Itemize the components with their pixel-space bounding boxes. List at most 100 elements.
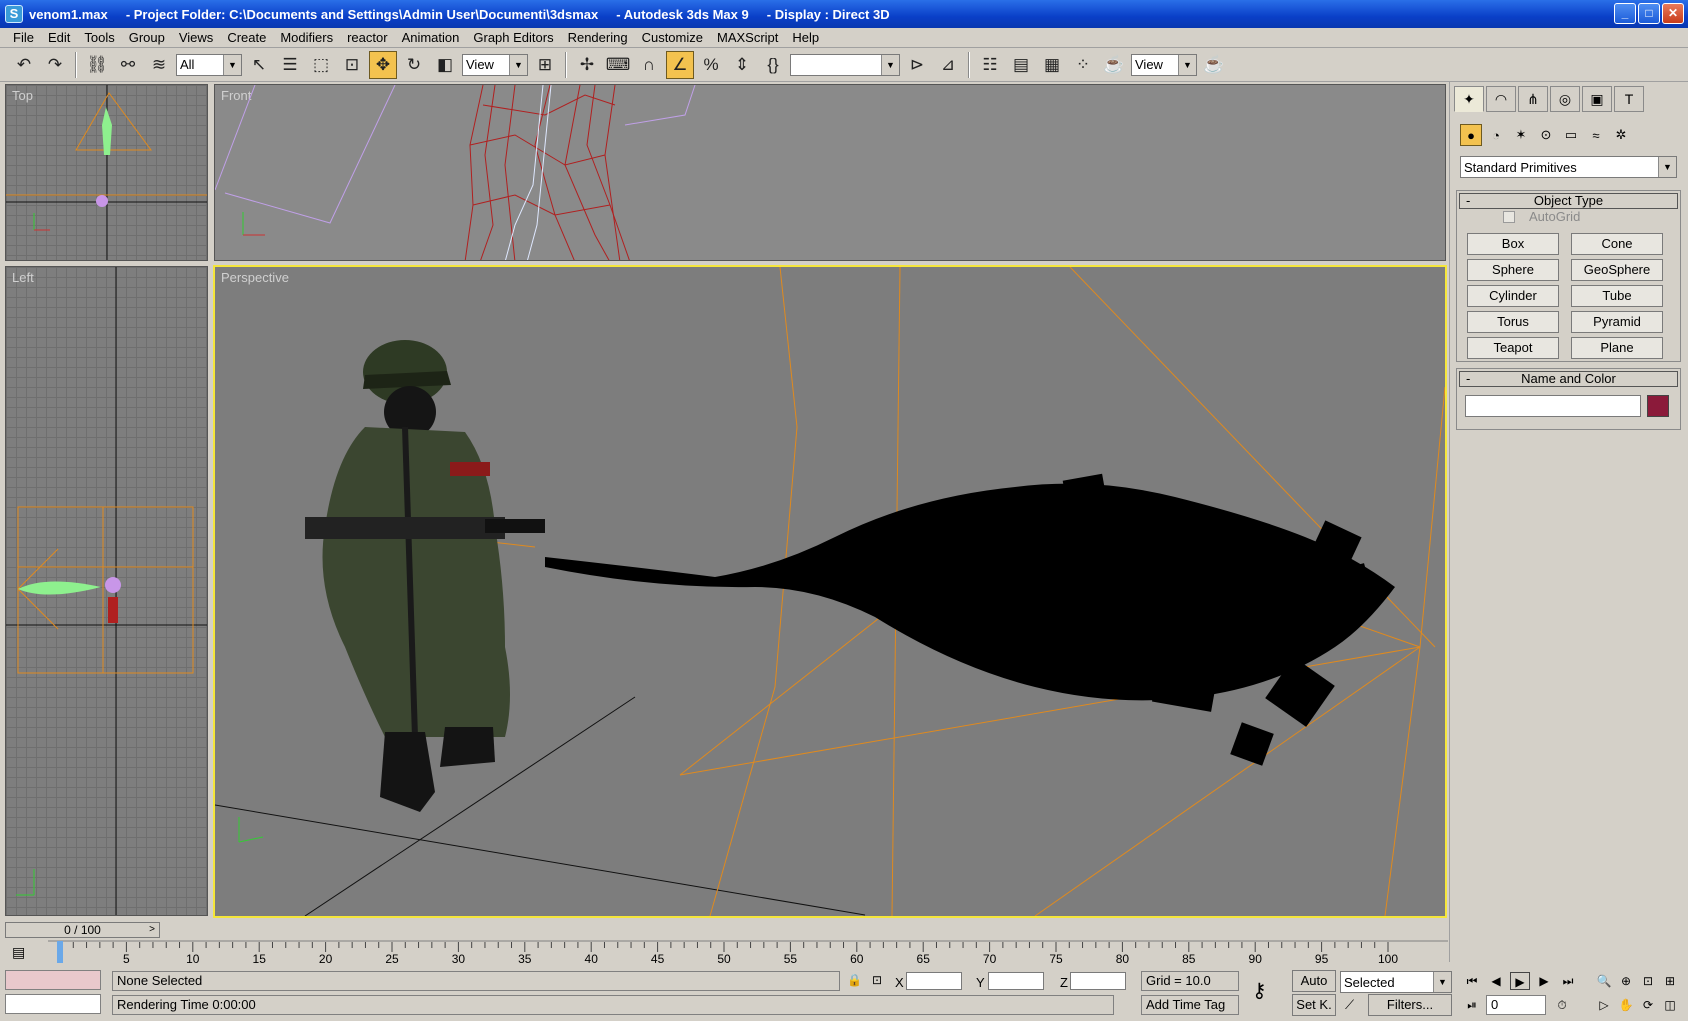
teapot-button[interactable]: Teapot	[1467, 337, 1559, 359]
field-of-view-icon[interactable]: ▷	[1594, 996, 1614, 1014]
zoom-all-icon[interactable]: ⊕	[1616, 972, 1636, 990]
systems-icon[interactable]: ✲	[1610, 124, 1632, 146]
menu-customize[interactable]: Customize	[635, 28, 710, 48]
tube-button[interactable]: Tube	[1571, 285, 1663, 307]
zoom-extents-all-icon[interactable]: ⊞	[1660, 972, 1680, 990]
bind-space-warp-icon[interactable]: ≋	[145, 51, 173, 79]
menu-group[interactable]: Group	[122, 28, 172, 48]
object-name-field[interactable]	[1465, 395, 1641, 417]
y-coordinate-field[interactable]	[988, 972, 1044, 990]
viewport-left[interactable]: Left	[5, 266, 208, 916]
zoom-icon[interactable]: 🔍	[1594, 972, 1614, 990]
viewport-perspective[interactable]: Perspective	[213, 265, 1447, 918]
hierarchy-tab-icon[interactable]: ⋔	[1518, 86, 1548, 112]
menu-create[interactable]: Create	[220, 28, 273, 48]
select-by-name-icon[interactable]: ☰	[276, 51, 304, 79]
selection-lock-icon[interactable]: 🔒	[847, 973, 862, 987]
menu-animation[interactable]: Animation	[395, 28, 467, 48]
default-tangent-icon[interactable]: ⟋	[1345, 997, 1354, 1013]
track-bar[interactable]: 5 10 15 20 25 30 35 40 45 50 55 60 65 70 75 80 85 90 95 100	[48, 940, 1448, 964]
menu-edit[interactable]: Edit	[41, 28, 77, 48]
select-and-rotate-icon[interactable]: ↻	[400, 51, 428, 79]
align-icon[interactable]: ⊿	[934, 51, 962, 79]
geometry-icon[interactable]: ●	[1460, 124, 1482, 146]
modify-tab-icon[interactable]: ◠	[1486, 86, 1516, 112]
edit-named-selection-icon[interactable]: {}	[759, 51, 787, 79]
pyramid-button[interactable]: Pyramid	[1571, 311, 1663, 333]
absolute-mode-icon[interactable]: ⊡	[872, 973, 882, 987]
shapes-icon[interactable]: ◔	[1485, 124, 1507, 146]
menu-tools[interactable]: Tools	[77, 28, 121, 48]
layer-manager-icon[interactable]: ☷	[976, 51, 1004, 79]
material-editor-icon[interactable]: ⁘	[1069, 51, 1097, 79]
add-time-tag[interactable]: Add Time Tag	[1141, 995, 1239, 1015]
undo-icon[interactable]: ↶	[10, 51, 38, 79]
cone-button[interactable]: Cone	[1571, 233, 1663, 255]
select-and-link-icon[interactable]: ⛓	[83, 51, 111, 79]
sphere-button[interactable]: Sphere	[1467, 259, 1559, 281]
arc-rotate-icon[interactable]: ⟳	[1638, 996, 1658, 1014]
rectangular-selection-icon[interactable]: ⬚	[307, 51, 335, 79]
play-icon[interactable]: ▶	[1510, 972, 1530, 990]
go-to-end-icon[interactable]: ⏭	[1558, 972, 1578, 990]
menu-file[interactable]: File	[6, 28, 41, 48]
maxscript-listener-field[interactable]	[5, 970, 101, 990]
named-selection-dropdown[interactable]: ▼	[790, 53, 900, 76]
select-and-scale-icon[interactable]: ◧	[431, 51, 459, 79]
z-coordinate-field[interactable]	[1070, 972, 1126, 990]
torus-button[interactable]: Torus	[1467, 311, 1559, 333]
unlink-selection-icon[interactable]: ⚯	[114, 51, 142, 79]
maximize-button[interactable]: □	[1638, 3, 1660, 24]
maximize-viewport-icon[interactable]: ◫	[1660, 996, 1680, 1014]
minimize-button[interactable]: _	[1614, 3, 1636, 24]
schematic-view-icon[interactable]: ▦	[1038, 51, 1066, 79]
set-key-icon[interactable]: ⚷	[1252, 978, 1282, 1006]
object-color-swatch[interactable]	[1647, 395, 1669, 417]
viewport-top[interactable]: Top	[5, 84, 208, 261]
helpers-icon[interactable]: ▭	[1560, 124, 1582, 146]
create-tab-icon[interactable]: ✦	[1454, 86, 1484, 112]
menu-reactor[interactable]: reactor	[340, 28, 394, 48]
pan-view-icon[interactable]: ✋	[1616, 996, 1636, 1014]
next-frame-icon[interactable]: ▶	[1534, 972, 1554, 990]
go-to-start-icon[interactable]: ⏮	[1462, 972, 1482, 990]
lights-icon[interactable]: ✶	[1510, 124, 1532, 146]
current-frame-field[interactable]: 0	[1486, 995, 1546, 1015]
menu-help[interactable]: Help	[785, 28, 826, 48]
select-object-icon[interactable]: ↖	[245, 51, 273, 79]
zoom-extents-icon[interactable]: ⊡	[1638, 972, 1658, 990]
menu-modifiers[interactable]: Modifiers	[273, 28, 340, 48]
reference-coordinate-dropdown[interactable]: View ▼	[462, 53, 528, 76]
space-warps-icon[interactable]: ≈	[1585, 124, 1607, 146]
window-crossing-icon[interactable]: ⊡	[338, 51, 366, 79]
render-type-dropdown[interactable]: View ▼	[1131, 53, 1197, 76]
curve-editor-icon[interactable]: ▤	[1007, 51, 1035, 79]
menu-maxscript[interactable]: MAXScript	[710, 28, 785, 48]
time-slider[interactable]: 0 / 100 >	[5, 922, 160, 938]
key-filter-dropdown[interactable]: Selected ▼	[1340, 971, 1452, 993]
maxscript-mini-listener[interactable]	[5, 994, 101, 1014]
keyboard-shortcut-override-icon[interactable]: ⌨	[604, 51, 632, 79]
angle-snap-icon[interactable]: ∠	[666, 50, 694, 79]
select-and-move-icon[interactable]: ✥	[369, 50, 397, 79]
current-time-marker[interactable]	[57, 941, 63, 963]
cylinder-button[interactable]: Cylinder	[1467, 285, 1559, 307]
plane-button[interactable]: Plane	[1571, 337, 1663, 359]
quick-render-teapot-icon[interactable]: ☕	[1200, 51, 1228, 79]
motion-tab-icon[interactable]: ◎	[1550, 86, 1580, 112]
primitive-type-dropdown[interactable]: Standard Primitives ▼	[1460, 156, 1677, 178]
box-button[interactable]: Box	[1467, 233, 1559, 255]
selection-filter-dropdown[interactable]: All ▼	[176, 53, 242, 76]
object-type-header[interactable]: - Object Type	[1459, 193, 1678, 209]
previous-frame-icon[interactable]: ◀	[1486, 972, 1506, 990]
auto-key-button[interactable]: Auto	[1292, 970, 1336, 992]
set-key-button[interactable]: Set K.	[1292, 994, 1336, 1016]
menu-graph-editors[interactable]: Graph Editors	[466, 28, 560, 48]
percent-snap-icon[interactable]: %	[697, 51, 725, 79]
redo-icon[interactable]: ↷	[41, 51, 69, 79]
key-filters-button[interactable]: Filters...	[1368, 994, 1452, 1016]
3dsmax-logo-icon[interactable]: S	[5, 5, 23, 23]
cameras-icon[interactable]: ⊙	[1535, 124, 1557, 146]
viewport-front[interactable]: Front	[214, 84, 1446, 261]
menu-views[interactable]: Views	[172, 28, 220, 48]
